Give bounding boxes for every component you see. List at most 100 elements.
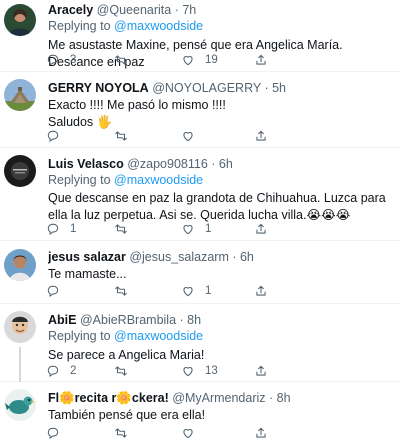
tweet-florecita-rockera[interactable]: Fl🌼recita r🌼ckera! @MyArmendariz · 8h Ta… [0, 383, 400, 443]
share-button[interactable] [254, 363, 268, 379]
reply-icon [47, 427, 59, 439]
retweet-icon [115, 55, 127, 65]
replying-handle-link[interactable]: @maxwoodside [114, 19, 203, 33]
retweet-icon [115, 286, 127, 296]
retweet-icon [115, 366, 127, 376]
thread-line [19, 347, 21, 382]
tweet-text: Se parece a Angelica Maria! [48, 348, 205, 362]
tweet-actions: 3 19 [46, 52, 346, 68]
like-button[interactable]: 1 [181, 221, 211, 237]
tweet-header: AbiE @AbieRBrambila · 8h [48, 313, 202, 327]
user-handle[interactable]: @zapo908116 [127, 157, 208, 171]
like-button[interactable] [181, 425, 205, 441]
tweet-header: Aracely @Queenarita · 7h [48, 3, 197, 17]
share-button[interactable] [254, 128, 268, 144]
share-button[interactable] [254, 52, 268, 68]
retweet-button[interactable] [114, 128, 138, 144]
reply-icon [47, 365, 59, 377]
like-count: 19 [205, 54, 218, 66]
tweet-header: jesus salazar @jesus_salazarm · 6h [48, 250, 254, 264]
retweet-icon [115, 224, 127, 234]
reply-button[interactable] [46, 425, 70, 441]
tweet-actions [46, 128, 346, 144]
timestamp[interactable]: 8h [187, 313, 201, 327]
share-button[interactable] [254, 425, 268, 441]
reply-button[interactable]: 2 [46, 363, 76, 379]
share-button[interactable] [254, 221, 268, 237]
tweet-abie[interactable]: AbiE @AbieRBrambila · 8h Replying to @ma… [0, 305, 400, 382]
replying-handle-link[interactable]: @maxwoodside [114, 329, 203, 343]
avatar[interactable] [4, 79, 36, 111]
like-button[interactable]: 13 [181, 363, 218, 379]
reply-button[interactable]: 3 [46, 52, 76, 68]
timestamp[interactable]: 7h [182, 3, 196, 17]
user-handle[interactable]: @MyArmendariz [172, 391, 265, 405]
retweet-icon [115, 428, 127, 438]
reply-count: 1 [70, 223, 77, 235]
like-count: 13 [205, 365, 218, 377]
like-button[interactable] [181, 128, 205, 144]
like-button[interactable]: 19 [181, 52, 218, 68]
tweet-text: Te mamaste... [48, 267, 127, 281]
like-icon [183, 367, 193, 377]
like-icon [183, 429, 193, 439]
share-icon [256, 54, 266, 65]
retweet-button[interactable] [114, 52, 138, 68]
share-icon [256, 427, 266, 438]
avatar[interactable] [4, 311, 36, 343]
like-button[interactable]: 1 [181, 283, 211, 299]
share-icon [256, 285, 266, 296]
user-handle[interactable]: @AbieRBrambila [80, 313, 176, 327]
tweet-aracely[interactable]: Aracely @Queenarita · 7h Replying to @ma… [0, 0, 400, 72]
user-handle[interactable]: @jesus_salazarm [129, 250, 229, 264]
display-name[interactable]: Luis Velasco [48, 157, 124, 171]
timestamp[interactable]: 5h [272, 81, 286, 95]
retweet-button[interactable] [114, 221, 138, 237]
display-name[interactable]: jesus salazar [48, 250, 126, 264]
reply-button[interactable] [46, 128, 70, 144]
reply-icon [47, 54, 59, 66]
timestamp[interactable]: 8h [277, 391, 291, 405]
avatar[interactable] [4, 155, 36, 187]
share-icon [256, 365, 266, 376]
tweet-jesus-salazar[interactable]: jesus salazar @jesus_salazarm · 6h Te ma… [0, 242, 400, 304]
tweet-actions: 2 13 [46, 363, 346, 379]
retweet-button[interactable] [114, 283, 138, 299]
display-name[interactable]: GERRY NOYOLA [48, 81, 149, 95]
tweet-actions [46, 425, 346, 441]
tweet-text: Que descanse en paz la grandota de Chihu… [48, 191, 386, 222]
reply-count: 2 [70, 365, 77, 377]
reply-button[interactable]: 1 [46, 221, 76, 237]
reply-button[interactable] [46, 283, 70, 299]
replying-to: Replying to @maxwoodside [48, 173, 204, 187]
reply-icon [47, 285, 59, 297]
tweet-text-line-1: Exacto !!!! Me pasó lo mismo !!!! [48, 98, 226, 112]
user-handle[interactable]: @Queenarita [97, 3, 172, 17]
avatar[interactable] [4, 389, 36, 421]
tweet-header: Luis Velasco @zapo908116 · 6h [48, 157, 233, 171]
retweet-button[interactable] [114, 425, 138, 441]
replying-handle-link[interactable]: @maxwoodside [114, 173, 203, 187]
tweet-actions: 1 1 [46, 221, 346, 237]
user-handle[interactable]: @NOYOLAGERRY [152, 81, 261, 95]
retweet-button[interactable] [114, 363, 138, 379]
timestamp[interactable]: 6h [219, 157, 233, 171]
like-count: 1 [205, 223, 212, 235]
reply-icon [47, 223, 59, 235]
display-name[interactable]: Aracely [48, 3, 93, 17]
tweet-gerry-noyola[interactable]: GERRY NOYOLA @NOYOLAGERRY · 5h Exacto !!… [0, 73, 400, 148]
display-name[interactable]: AbiE [48, 313, 76, 327]
replying-to: Replying to @maxwoodside [48, 19, 204, 33]
like-count: 1 [205, 285, 212, 297]
replying-to: Replying to @maxwoodside [48, 329, 204, 343]
avatar[interactable] [4, 4, 36, 36]
avatar[interactable] [4, 249, 36, 281]
like-icon [183, 225, 193, 235]
reply-icon [47, 130, 59, 142]
like-icon [183, 56, 193, 66]
tweet-luis-velasco[interactable]: Luis Velasco @zapo908116 · 6h Replying t… [0, 149, 400, 241]
timestamp[interactable]: 6h [240, 250, 254, 264]
share-button[interactable] [254, 283, 268, 299]
display-name[interactable]: Fl🌼recita r🌼ckera! [48, 391, 169, 405]
tweet-actions: 1 [46, 283, 346, 299]
